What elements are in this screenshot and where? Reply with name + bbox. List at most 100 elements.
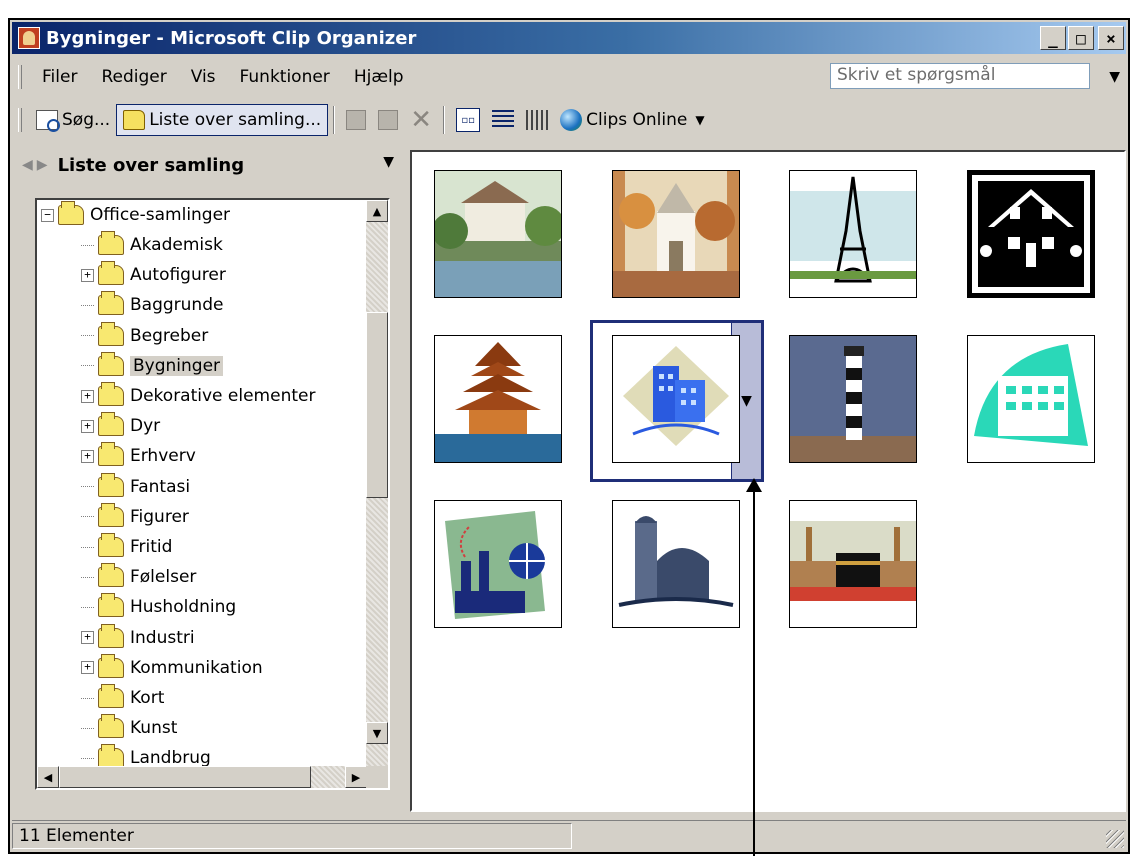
- tree-item-label: Kunst: [130, 718, 178, 739]
- tree-item-label: Dyr: [130, 416, 161, 437]
- folder-icon: [98, 442, 124, 467]
- folder-icon: [98, 563, 124, 588]
- list-view-button[interactable]: [486, 104, 520, 136]
- ask-dropdown-icon[interactable]: ▼: [1109, 69, 1120, 85]
- tree-root[interactable]: − Office-samlinger: [41, 200, 230, 230]
- scroll-left-button[interactable]: ◀: [37, 766, 59, 788]
- church-icon: [613, 171, 739, 297]
- tree-item[interactable]: Begreber: [81, 321, 208, 351]
- list-icon: [492, 110, 515, 130]
- pagoda-icon: [435, 336, 561, 462]
- paste-button[interactable]: [372, 104, 404, 136]
- tree-item[interactable]: Figurer: [81, 502, 189, 532]
- tree-item-label: Dekorative elementer: [130, 386, 316, 406]
- mosque-kaaba-clip[interactable]: [789, 500, 917, 628]
- tree-item[interactable]: + Erhverv: [81, 441, 196, 471]
- lighthouse-icon: [790, 336, 916, 462]
- collection-tree[interactable]: − Office-samlinger Akademisk + Autofigurer…: [35, 198, 390, 790]
- toolbar-grip[interactable]: [18, 108, 22, 132]
- expand-icon[interactable]: +: [81, 268, 94, 282]
- tree-item[interactable]: Følelser: [81, 562, 196, 592]
- expand-icon[interactable]: +: [81, 449, 94, 463]
- church-autumn-clip[interactable]: [612, 170, 740, 298]
- menu-hjaelp[interactable]: Hjælp: [342, 67, 416, 87]
- office-building-clip[interactable]: [612, 335, 740, 463]
- folder-icon: [123, 110, 146, 130]
- toolbar-options-icon[interactable]: ▼: [695, 113, 704, 127]
- thumbnails-view-button[interactable]: ▫▫: [450, 104, 486, 136]
- app-icon[interactable]: [18, 27, 40, 49]
- expand-icon[interactable]: +: [81, 631, 94, 645]
- h-scroll-thumb[interactable]: [59, 766, 311, 788]
- tree-item[interactable]: + Dekorative elementer: [81, 381, 315, 411]
- minimize-button[interactable]: _: [1040, 26, 1066, 50]
- expand-icon[interactable]: +: [81, 389, 94, 403]
- details-view-button[interactable]: [520, 104, 554, 136]
- menu-grip[interactable]: [18, 65, 22, 89]
- scroll-down-button[interactable]: ▼: [366, 722, 388, 744]
- folder-icon: [98, 593, 124, 618]
- menu-rediger[interactable]: Rediger: [89, 67, 178, 87]
- eiffel-tower-clip[interactable]: [789, 170, 917, 298]
- tree-item[interactable]: Kunst: [81, 713, 177, 743]
- tree-item[interactable]: Fritid: [81, 532, 172, 562]
- back-arrow-icon[interactable]: ◀: [22, 157, 33, 173]
- menu-bar: Filer Rediger Vis Funktioner Hjælp Skriv…: [12, 60, 1126, 94]
- clips-online-button[interactable]: Clips Online ▼: [554, 104, 710, 136]
- ask-question-input[interactable]: Skriv et spørgsmål: [830, 63, 1090, 89]
- scroll-up-button[interactable]: ▲: [366, 200, 388, 222]
- collection-list-pane: ◀ ▶ Liste over samling ▼ − Office-samlin…: [14, 148, 402, 812]
- tree-item[interactable]: + Kommunikation: [81, 653, 263, 683]
- toolbar: Søg... Liste over samling... ✕ ▫▫ Clips …: [12, 100, 812, 140]
- maximize-button[interactable]: □: [1068, 26, 1094, 50]
- tree-connector: [81, 697, 94, 699]
- scroll-thumb[interactable]: [366, 312, 388, 498]
- tree-item[interactable]: Fantasi: [81, 472, 190, 502]
- folder-icon: [98, 623, 124, 648]
- menu-vis[interactable]: Vis: [179, 67, 228, 87]
- tree-item[interactable]: Landbrug: [81, 743, 211, 766]
- tree-item[interactable]: + Autofigurer: [81, 260, 226, 290]
- black-house-icon-clip[interactable]: [967, 170, 1095, 298]
- tree-item[interactable]: Baggrunde: [81, 290, 223, 320]
- forward-arrow-icon[interactable]: ▶: [37, 157, 48, 173]
- tree-vertical-scrollbar[interactable]: ▲ ▼: [366, 200, 388, 766]
- menu-funktioner[interactable]: Funktioner: [228, 67, 342, 87]
- clips-online-label: Clips Online: [586, 110, 688, 130]
- lighthouse-clip[interactable]: [789, 335, 917, 463]
- factory-globe-clip[interactable]: [434, 500, 562, 628]
- copy-button[interactable]: [340, 104, 372, 136]
- pane-dropdown-icon[interactable]: ▼: [383, 154, 394, 170]
- tree-item[interactable]: + Industri: [81, 623, 195, 653]
- resize-grip-icon[interactable]: [1106, 830, 1124, 848]
- title-bar[interactable]: Bygninger - Microsoft Clip Organizer _ □…: [12, 22, 1126, 54]
- close-button[interactable]: ×: [1098, 26, 1124, 50]
- tree-item[interactable]: Kort: [81, 683, 164, 713]
- tree-horizontal-scrollbar[interactable]: ◀ ▶: [37, 766, 367, 788]
- tree-item-label: Følelser: [130, 567, 197, 588]
- expand-icon[interactable]: +: [81, 661, 94, 675]
- pagoda-clip[interactable]: [434, 335, 562, 463]
- folder-icon: [98, 261, 124, 286]
- tree-item-label: Akademisk: [130, 235, 223, 255]
- tree-connector: [81, 516, 94, 518]
- tree-item[interactable]: Bygninger: [81, 351, 224, 381]
- scroll-right-button[interactable]: ▶: [345, 766, 367, 788]
- tree-connector: [81, 304, 94, 306]
- delete-button[interactable]: ✕: [404, 104, 438, 136]
- tree-item[interactable]: + Dyr: [81, 411, 160, 441]
- tree-connector: [81, 244, 94, 246]
- house-by-lake-clip[interactable]: [434, 170, 562, 298]
- farm-silo-barn-clip[interactable]: [612, 500, 740, 628]
- tree-item-label: Baggrunde: [130, 295, 224, 316]
- collapse-icon[interactable]: −: [41, 208, 54, 222]
- menu-filer[interactable]: Filer: [30, 67, 89, 87]
- tree-item[interactable]: Akademisk: [81, 230, 223, 260]
- search-button[interactable]: Søg...: [30, 104, 116, 136]
- teal-building-clip[interactable]: [967, 335, 1095, 463]
- chevron-down-icon: ▼: [741, 393, 752, 409]
- tree-item[interactable]: Husholdning: [81, 592, 236, 622]
- expand-icon[interactable]: +: [81, 419, 94, 433]
- delete-icon: ✕: [410, 105, 433, 135]
- collection-list-button[interactable]: Liste over samling...: [116, 104, 329, 136]
